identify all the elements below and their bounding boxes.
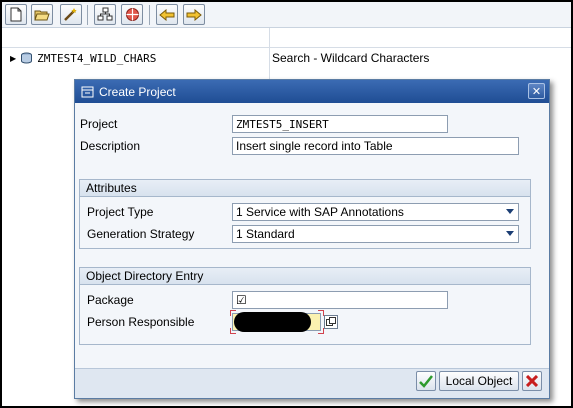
chevron-down-icon[interactable]: [506, 231, 514, 236]
project-input[interactable]: ZMTEST5_INSERT: [232, 115, 448, 133]
edit-wand-icon[interactable]: [60, 4, 82, 25]
person-responsible-label: Person Responsible: [87, 315, 195, 329]
project-type-value: 1 Service with SAP Annotations: [236, 205, 404, 219]
expand-arrow-icon[interactable]: ▶: [10, 54, 16, 63]
chevron-down-icon[interactable]: [506, 209, 514, 214]
toolbar-separator: [149, 5, 150, 25]
package-input[interactable]: ☑: [232, 291, 448, 309]
focus-corner: [230, 328, 236, 334]
create-project-dialog: Create Project ✕ Project ZMTEST5_INSERT …: [74, 79, 550, 399]
list-header-line: [2, 47, 571, 48]
toolbar-separator: [87, 5, 88, 25]
attributes-header: Attributes: [80, 180, 530, 197]
dialog-window-icon: [81, 86, 94, 97]
dialog-title: Create Project: [99, 84, 176, 99]
toolbar: [2, 2, 571, 28]
focus-corner: [230, 310, 236, 316]
open-folder-icon[interactable]: [31, 4, 53, 25]
checkmark-icon: [419, 374, 433, 388]
package-label: Package: [87, 293, 134, 307]
cancel-button[interactable]: [522, 371, 542, 391]
dialog-title-bar: Create Project ✕: [75, 80, 549, 103]
stop-icon[interactable]: [121, 4, 143, 25]
object-directory-header: Object Directory Entry: [80, 268, 530, 285]
local-object-button[interactable]: Local Object: [439, 371, 519, 391]
value-help-icon[interactable]: [324, 315, 338, 329]
generation-strategy-select[interactable]: 1 Standard: [232, 225, 519, 243]
redaction-block: [234, 312, 311, 332]
tree-item-name: ZMTEST4_WILD_CHARS: [37, 51, 157, 65]
tree-row[interactable]: ▶ ZMTEST4_WILD_CHARS: [10, 50, 156, 66]
description-input[interactable]: Insert single record into Table: [232, 137, 519, 155]
hierarchy-icon[interactable]: [94, 4, 116, 25]
generation-strategy-value: 1 Standard: [236, 227, 295, 241]
generation-strategy-label: Generation Strategy: [87, 227, 195, 241]
confirm-button[interactable]: [416, 371, 436, 391]
cancel-x-icon: [526, 375, 538, 387]
project-label: Project: [80, 117, 118, 131]
tree-item-description: Search - Wildcard Characters: [272, 51, 430, 65]
close-icon[interactable]: ✕: [528, 83, 545, 99]
back-arrow-icon[interactable]: [156, 4, 178, 25]
project-type-label: Project Type: [87, 205, 154, 219]
forward-arrow-icon[interactable]: [183, 4, 205, 25]
service-project-icon: [21, 52, 33, 64]
description-label: Description: [80, 139, 141, 153]
new-document-icon[interactable]: [5, 4, 27, 25]
project-type-select[interactable]: 1 Service with SAP Annotations: [232, 203, 519, 221]
local-object-label: Local Object: [445, 374, 513, 388]
